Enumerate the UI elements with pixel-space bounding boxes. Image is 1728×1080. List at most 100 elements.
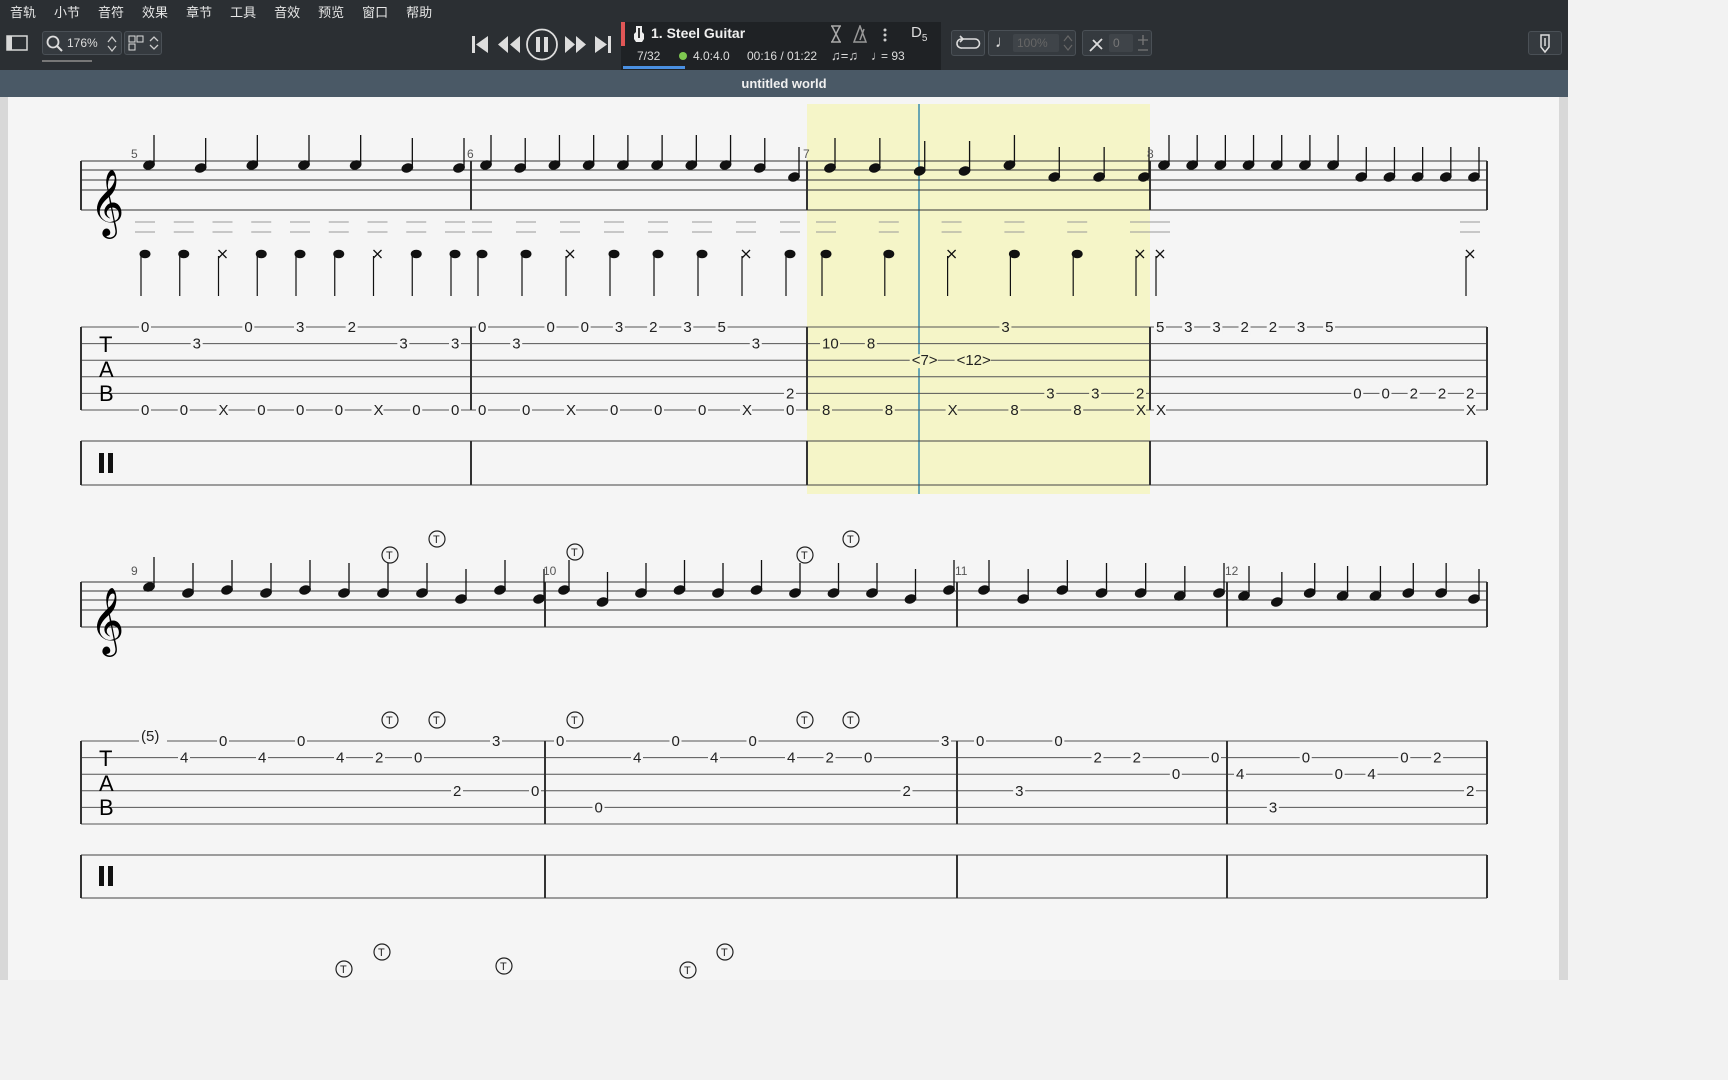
tab-fret[interactable]: 2 — [1094, 750, 1102, 767]
tab-fret[interactable]: 2 — [1136, 385, 1144, 402]
tab-fret[interactable]: 0 — [556, 733, 564, 750]
tab-fret[interactable]: 0 — [141, 319, 149, 336]
menu-effects[interactable]: 效果 — [142, 2, 168, 21]
zoom-slider[interactable] — [42, 60, 92, 62]
tab-fret[interactable]: 0 — [1172, 766, 1180, 783]
tab-fret[interactable]: 2 — [375, 750, 383, 767]
tab-fret[interactable]: <7> — [912, 352, 938, 369]
tab-fret[interactable]: 2 — [649, 319, 657, 336]
menu-window[interactable]: 窗口 — [362, 2, 388, 21]
muted-note[interactable] — [741, 249, 751, 259]
tab-fret[interactable]: 0 — [451, 402, 459, 419]
tab-fret[interactable]: 0 — [1335, 766, 1343, 783]
pan-control[interactable]: 0 — [1082, 30, 1152, 56]
tab-fret[interactable]: X — [374, 402, 384, 419]
score-page[interactable]: 𝄞 T A B 𝄞 T A B T T T T T T T T T T T T … — [8, 97, 1559, 980]
volume-stepper-icon[interactable] — [1063, 34, 1073, 52]
count-in-icon[interactable] — [853, 25, 867, 43]
tab-fret[interactable]: 4 — [1367, 766, 1375, 783]
tab-fret[interactable]: 0 — [546, 319, 554, 336]
tab-fret[interactable]: 0 — [581, 319, 589, 336]
tab-fret[interactable]: 0 — [595, 799, 603, 816]
menu-help[interactable]: 帮助 — [406, 2, 432, 21]
volume-control[interactable]: ♩ 100% — [988, 30, 1076, 56]
tab-fret[interactable]: 2 — [826, 750, 834, 767]
tab-fret[interactable]: 0 — [1353, 385, 1361, 402]
tab-fret[interactable]: X — [742, 402, 752, 419]
menu-sound[interactable]: 音效 — [274, 2, 300, 21]
tab-fret[interactable]: 2 — [1241, 319, 1249, 336]
tab-fret[interactable]: 0 — [141, 402, 149, 419]
tab-fret[interactable]: 3 — [615, 319, 623, 336]
tab-fret[interactable]: 3 — [941, 733, 949, 750]
tab-fret[interactable]: 0 — [1054, 733, 1062, 750]
menu-bar-measure[interactable]: 小节 — [54, 2, 80, 21]
tab-fret[interactable]: 4 — [180, 750, 188, 767]
tab-fret[interactable]: 3 — [512, 336, 520, 353]
tab-fret[interactable]: 0 — [698, 402, 706, 419]
muted-note[interactable] — [1465, 249, 1475, 259]
rewind-icon[interactable] — [498, 36, 520, 53]
tab-fret[interactable]: 2 — [348, 319, 356, 336]
tab-fret[interactable]: 3 — [1091, 385, 1099, 402]
zoom-control[interactable]: 176% — [42, 31, 122, 55]
tab-fret[interactable]: 5 — [718, 319, 726, 336]
tab-fret[interactable]: 8 — [822, 402, 830, 419]
tab-fret[interactable]: 2 — [1269, 319, 1277, 336]
tab-fret[interactable]: 3 — [683, 319, 691, 336]
tab-fret[interactable]: 3 — [1046, 385, 1054, 402]
tab-fret[interactable]: 2 — [1466, 385, 1474, 402]
tab-fret[interactable]: 8 — [1010, 402, 1018, 419]
menu-section[interactable]: 章节 — [186, 2, 212, 21]
tab-fret[interactable]: 2 — [1433, 750, 1441, 767]
tab-fret[interactable]: 2 — [786, 385, 794, 402]
tab-fret[interactable]: 0 — [296, 402, 304, 419]
tab-fret[interactable]: 0 — [1400, 750, 1408, 767]
tab-fret[interactable]: 4 — [787, 750, 795, 767]
tab-fret[interactable]: 3 — [752, 336, 760, 353]
tab-fret[interactable]: 8 — [867, 336, 875, 353]
tab-fret[interactable]: 0 — [335, 402, 343, 419]
tab-fret[interactable]: 3 — [1269, 799, 1277, 816]
pan-plus-icon[interactable] — [1137, 33, 1149, 53]
tab-fret[interactable]: X — [219, 402, 229, 419]
tab-fret[interactable]: 3 — [1001, 319, 1009, 336]
tuner-button[interactable] — [1528, 31, 1562, 55]
tab-fret[interactable]: 0 — [219, 733, 227, 750]
tab-fret[interactable]: 10 — [822, 336, 839, 353]
tab-fret[interactable]: 2 — [1410, 385, 1418, 402]
tab-fret[interactable]: 0 — [180, 402, 188, 419]
tab-fret[interactable]: 3 — [1212, 319, 1220, 336]
zoom-stepper-icon[interactable] — [107, 35, 117, 53]
tab-fret[interactable]: 0 — [478, 319, 486, 336]
tab-fret[interactable]: X — [566, 402, 576, 419]
pause-icon[interactable] — [526, 28, 558, 61]
tab-fret[interactable]: 4 — [258, 750, 266, 767]
loop-button[interactable] — [951, 30, 985, 56]
tab-fret[interactable]: 2 — [1438, 385, 1446, 402]
tab-fret[interactable]: 0 — [1381, 385, 1389, 402]
fast-forward-icon[interactable] — [565, 36, 586, 53]
tab-fret[interactable]: 2 — [903, 783, 911, 800]
tab-fret[interactable]: 0 — [1211, 750, 1219, 767]
tab-fret[interactable]: 0 — [976, 733, 984, 750]
tab-fret[interactable]: 3 — [193, 336, 201, 353]
tab-fret[interactable]: 0 — [257, 402, 265, 419]
skip-end-icon[interactable] — [595, 36, 611, 53]
muted-note[interactable] — [1155, 249, 1165, 259]
layout-control[interactable] — [124, 31, 162, 55]
tab-fret[interactable]: 3 — [1015, 783, 1023, 800]
tab-fret[interactable]: 3 — [296, 319, 304, 336]
tab-fret[interactable]: 0 — [864, 750, 872, 767]
tab-fret[interactable]: 4 — [1236, 766, 1244, 783]
tab-fret[interactable]: 0 — [786, 402, 794, 419]
tab-fret[interactable]: X — [1156, 402, 1166, 419]
tab-fret[interactable]: 0 — [531, 783, 539, 800]
tab-fret[interactable]: 3 — [1184, 319, 1192, 336]
menu-tools[interactable]: 工具 — [230, 2, 256, 21]
metronome-icon[interactable] — [829, 25, 843, 43]
tab-fret[interactable]: 8 — [1073, 402, 1081, 419]
tab-fret[interactable]: 5 — [1325, 319, 1333, 336]
tab-fret[interactable]: X — [948, 402, 958, 419]
more-options-icon[interactable] — [882, 27, 888, 43]
